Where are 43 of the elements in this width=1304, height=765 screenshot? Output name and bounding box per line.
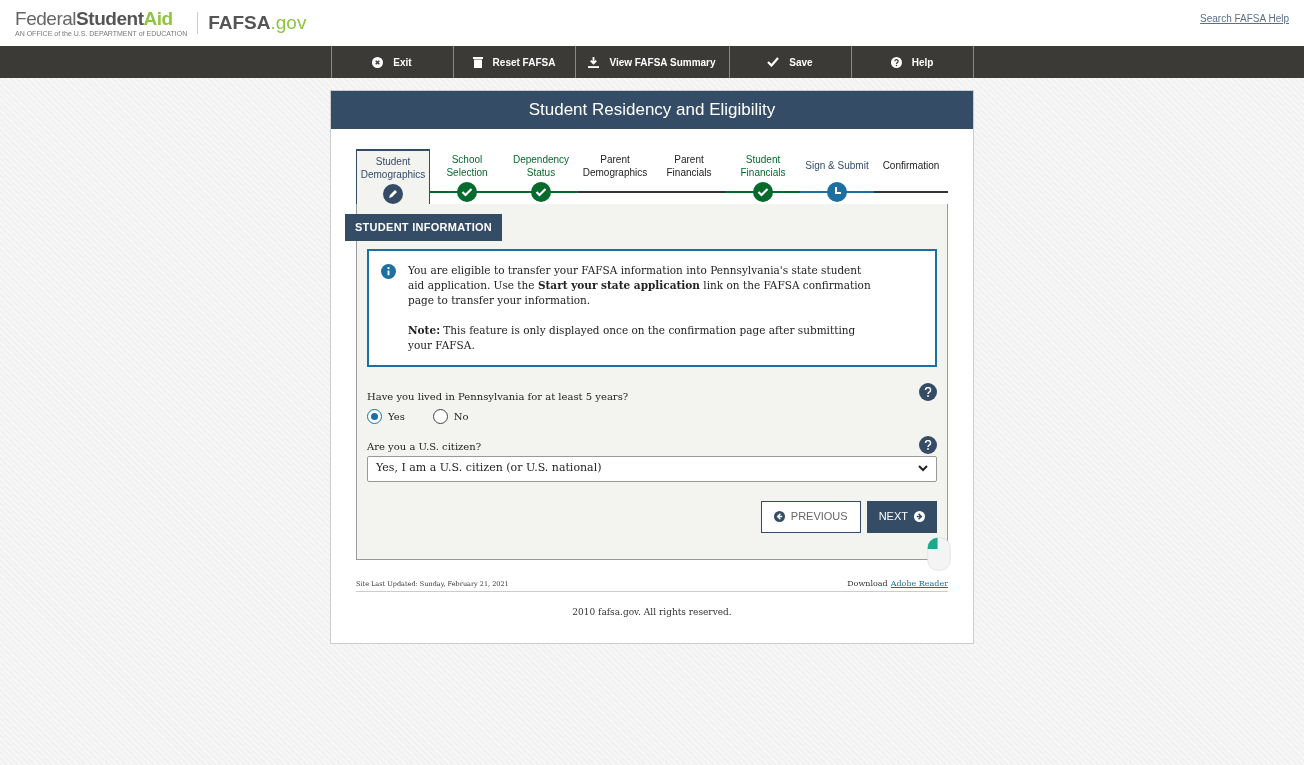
download-text: Download — [847, 577, 888, 590]
copyright-text: 2010 fafsa.gov. All rights reserved. — [571, 605, 733, 619]
citizenship-select[interactable]: Yes, I am a U.S. citizen (or U.S. national) — [367, 455, 937, 482]
progress-step[interactable]: Parent Demographics — [578, 149, 652, 204]
question-mark-icon — [924, 439, 932, 450]
toolbar-button[interactable]: Save — [729, 46, 852, 78]
progress-step[interactable]: Student Financials — [726, 149, 800, 204]
progress-step[interactable]: School Selection — [430, 149, 504, 204]
radio-option[interactable]: Yes — [367, 408, 405, 424]
info-icon — [381, 263, 396, 279]
question-label: Have you lived in Pennsylvania for at least 5 years? — [367, 390, 629, 402]
help-icon — [890, 56, 902, 68]
chevron-down-icon — [918, 465, 928, 472]
toolbar-button[interactable]: View FAFSA Summary — [575, 46, 730, 78]
active-step-tab[interactable]: Student Demographics — [356, 149, 430, 204]
help-button[interactable] — [919, 382, 937, 401]
download-icon — [588, 56, 600, 68]
progress-step[interactable]: Confirmation — [874, 149, 948, 204]
toolbar-button[interactable]: Help — [851, 46, 974, 78]
section-header: STUDENT INFORMATION — [345, 214, 502, 241]
progress-step[interactable]: Dependency Status — [504, 149, 578, 204]
arrow-right-icon — [914, 511, 925, 522]
trash-icon — [472, 56, 483, 68]
adobe-reader-link[interactable]: Adobe Reader — [890, 577, 948, 590]
toolbar-button[interactable]: Exit — [331, 46, 454, 78]
previous-button[interactable]: PREVIOUS — [760, 500, 861, 533]
close-icon — [372, 56, 384, 68]
notice-note: Note: This feature is only displayed once on the confirmation page after submitting your FAFSA. — [408, 322, 857, 353]
question-label: Are you a U.S. citizen? — [367, 439, 482, 454]
fafsa-logo[interactable]: FAFSA.gov — [208, 8, 307, 38]
next-button[interactable]: NEXT — [866, 500, 937, 533]
help-link[interactable]: Search FAFSA Help — [1200, 11, 1289, 26]
progress-step[interactable]: Sign & Submit — [800, 149, 874, 204]
check-icon — [767, 57, 780, 67]
toolbar-button[interactable]: Reset FAFSA — [453, 46, 576, 78]
page-title: Student Residency and Eligibility — [331, 91, 973, 129]
arrow-left-icon — [773, 511, 785, 522]
help-button[interactable] — [919, 435, 937, 454]
progress-step[interactable]: Parent Financials — [652, 149, 726, 204]
radio-option[interactable]: No — [432, 408, 469, 424]
site-logo[interactable]: FederalStudentAid — [15, 8, 188, 30]
question-mark-icon — [924, 386, 932, 397]
notice-text: You are eligible to transfer your FAFSA information into Pennsylvania's state student aid application. Use the Start your state application link on the FAFSA confirmation page to transfer your information. — [408, 262, 872, 308]
